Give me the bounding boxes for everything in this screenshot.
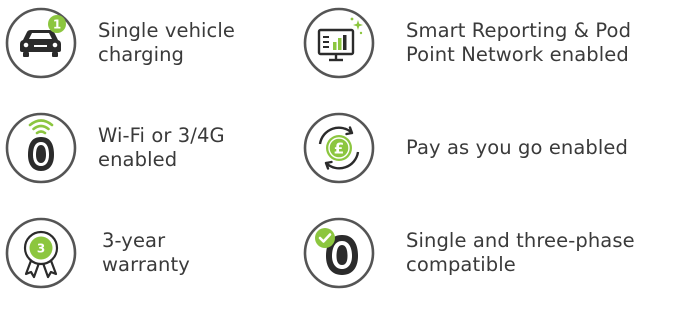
feature-label: Single vehicle charging	[98, 19, 235, 67]
wifi-charger-icon	[4, 111, 78, 185]
feature-label-line: Pay as you go enabled	[406, 136, 628, 159]
warranty-rosette-icon: 3	[4, 216, 78, 290]
feature-warranty: 3 3-year warranty	[4, 216, 190, 290]
feature-label-line: Smart Reporting & Pod	[406, 19, 632, 42]
feature-pay-as-you-go: £ Pay as you go enabled	[302, 111, 628, 185]
check-charger-icon	[302, 216, 376, 290]
badge-currency: £	[334, 140, 344, 158]
feature-label: Pay as you go enabled	[406, 136, 628, 160]
feature-single-vehicle-charging: 1 Single vehicle charging	[4, 6, 235, 80]
chart-monitor-icon	[302, 6, 376, 80]
feature-label-line: Wi-Fi or 3/4G	[98, 124, 225, 147]
feature-smart-reporting: Smart Reporting & Pod Point Network enab…	[302, 6, 631, 80]
feature-label: Single and three-phase compatible	[406, 229, 635, 277]
feature-label-line: warranty	[102, 253, 190, 276]
feature-label-line: Single and three-phase	[406, 229, 635, 252]
feature-label: Wi-Fi or 3/4G enabled	[98, 124, 225, 172]
badge-number: 1	[53, 18, 61, 32]
feature-label-line: Point Network enabled	[406, 43, 629, 66]
feature-label-line: Single vehicle	[98, 19, 235, 42]
badge-number: 3	[37, 242, 45, 256]
pound-coin-icon: £	[302, 111, 376, 185]
feature-label-line: charging	[98, 43, 185, 66]
car-charging-icon: 1	[4, 6, 78, 80]
feature-label-line: enabled	[98, 148, 178, 171]
feature-three-phase: Single and three-phase compatible	[302, 216, 635, 290]
feature-label-line: compatible	[406, 253, 516, 276]
feature-label-line: 3-year	[102, 229, 166, 252]
feature-label: Smart Reporting & Pod Point Network enab…	[406, 19, 631, 67]
feature-wifi-enabled: Wi-Fi or 3/4G enabled	[4, 111, 225, 185]
feature-label: 3-year warranty	[102, 229, 190, 277]
